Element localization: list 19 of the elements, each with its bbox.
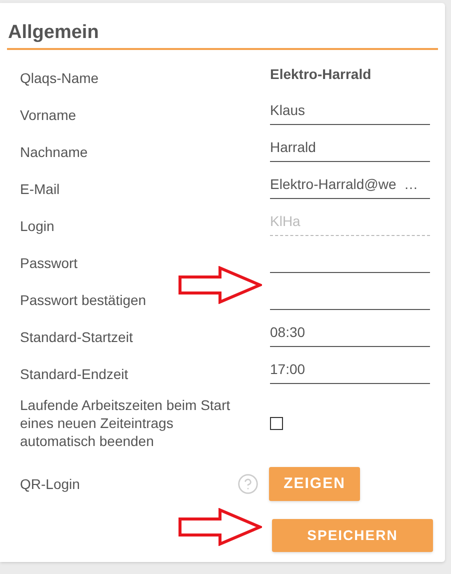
field-label: Nachname xyxy=(20,144,88,160)
checkbox[interactable] xyxy=(270,416,283,430)
field-label: E-Mail xyxy=(20,180,60,196)
input-field[interactable]: 17:00 xyxy=(270,354,430,384)
input-field[interactable]: 08:30 xyxy=(270,317,430,347)
field-value: Elektro-Harrald xyxy=(270,65,372,84)
field-label: Standard-Startzeit xyxy=(20,328,133,344)
field-label: Vorname xyxy=(20,106,76,122)
input-field[interactable]: Elektro-Harrald@we … xyxy=(270,169,430,199)
field-label: Passwort bestätigen xyxy=(20,292,146,308)
field-label: Passwort xyxy=(20,254,78,270)
field-label: Standard-Endzeit xyxy=(20,366,128,382)
field-label: Qlaqs-Name xyxy=(20,70,99,86)
field-label: Laufende Arbeitszeiten beim Start eines neuen Zeiteintrags automatisch beenden xyxy=(20,396,232,450)
field-label: Login xyxy=(20,218,54,234)
input-field[interactable]: Harrald xyxy=(270,132,430,162)
field-label: QR-Login xyxy=(20,474,81,494)
input-field[interactable]: Klaus xyxy=(270,95,430,125)
section-title: Allgemein xyxy=(7,21,100,45)
